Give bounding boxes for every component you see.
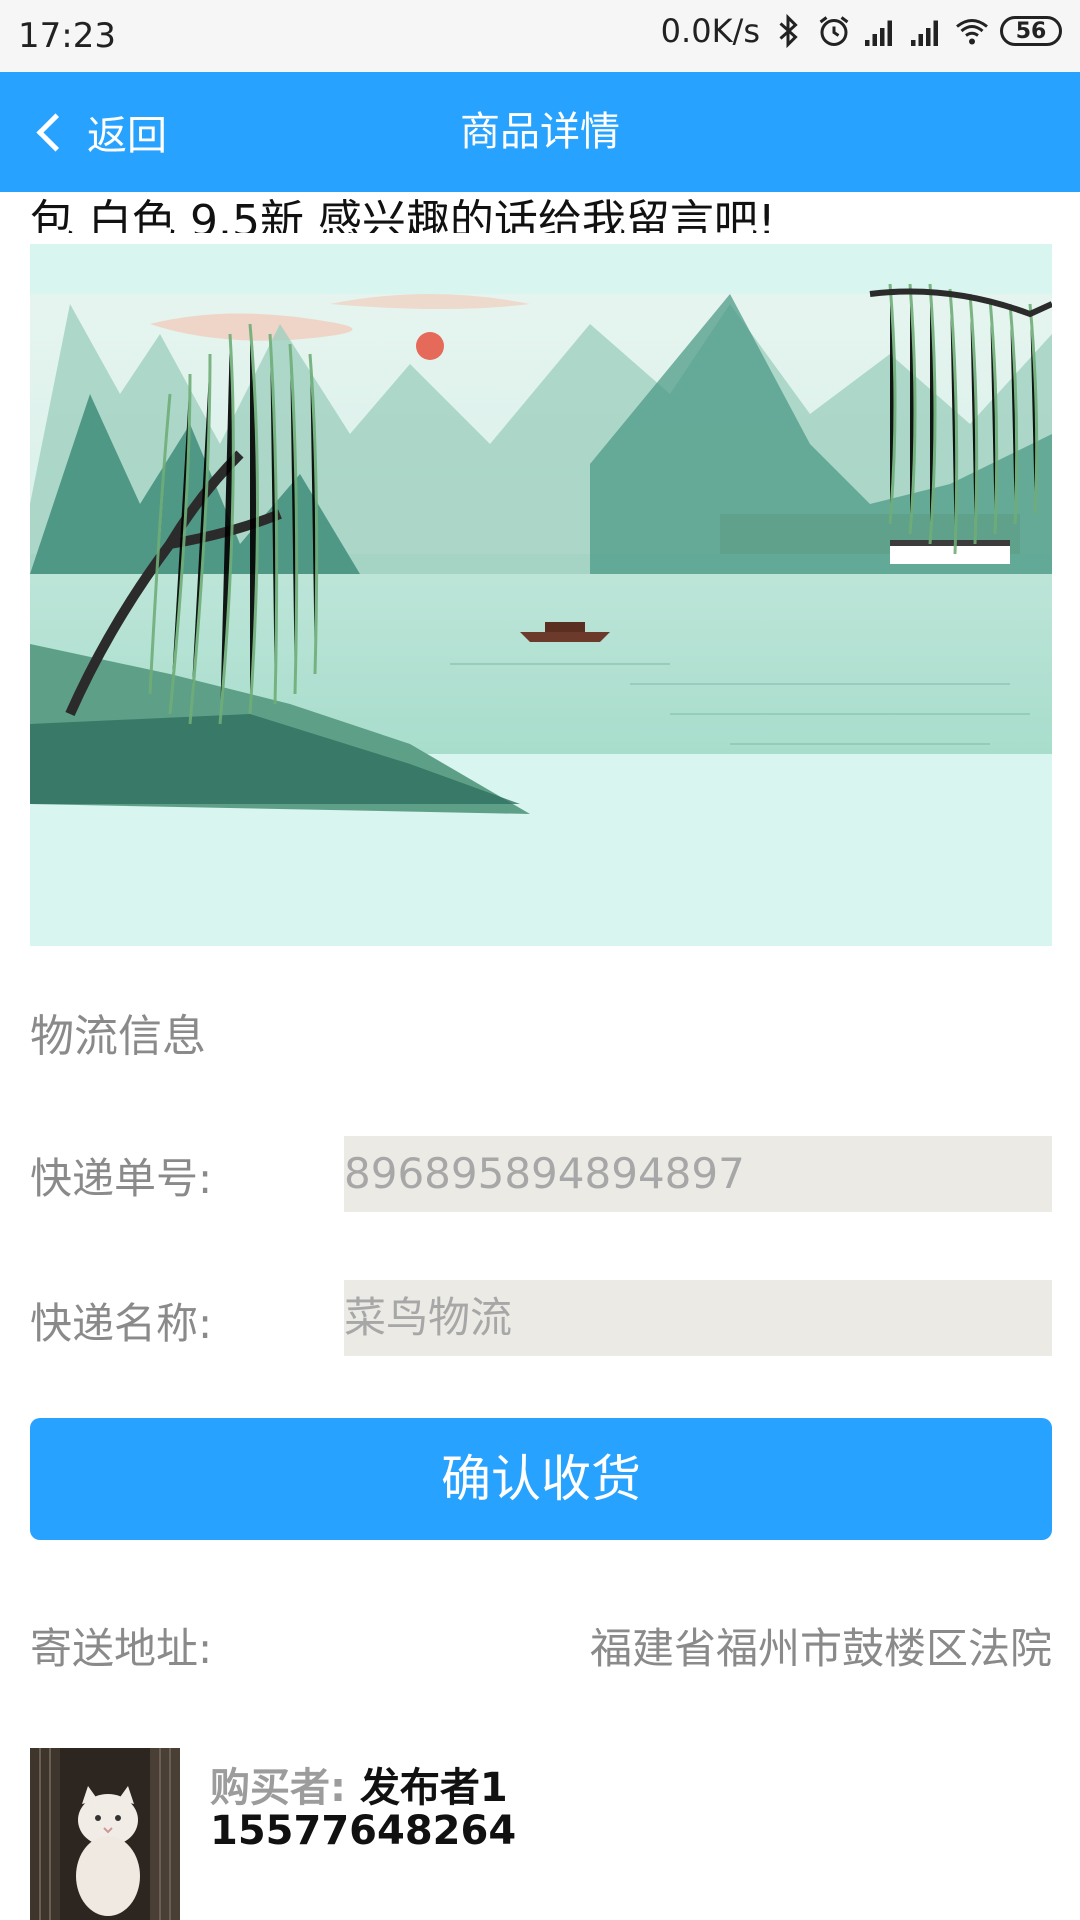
signal-icon: [911, 20, 938, 46]
signal-icon: [865, 20, 892, 46]
product-image[interactable]: [30, 244, 1052, 946]
shipping-address-label: 寄送地址:: [30, 1624, 213, 1673]
page-title: 商品详情: [460, 109, 620, 155]
wifi-icon: [956, 19, 988, 45]
status-right: 0.0K/s 56: [661, 12, 1062, 50]
logistics-section-title: 物流信息: [30, 1011, 206, 1062]
confirm-receipt-button[interactable]: 确认收货: [30, 1418, 1052, 1540]
buyer-phone: 15577648264: [210, 1808, 517, 1854]
courier-name-field[interactable]: 菜鸟物流: [344, 1280, 1052, 1356]
courier-name-label: 快递名称:: [30, 1299, 213, 1348]
landscape-painting-image: [30, 244, 1052, 946]
buyer-info: 购买者: 发布者1: [210, 1755, 508, 1813]
tracking-number-field[interactable]: 896895894894897: [344, 1136, 1052, 1212]
shipping-address-value: 福建省福州市鼓楼区法院: [589, 1624, 1052, 1673]
alarm-icon: [819, 16, 849, 46]
battery-icon: 56: [1000, 16, 1062, 46]
tracking-number-label: 快递单号:: [30, 1154, 213, 1203]
status-time: 17:23: [18, 16, 116, 56]
cat-photo-image: [30, 1748, 180, 1920]
buyer-label: 购买者:: [210, 1765, 346, 1811]
buyer-avatar[interactable]: [30, 1748, 180, 1920]
battery-level: 56: [1015, 18, 1047, 44]
app-header: 返回 商品详情: [0, 72, 1080, 192]
bluetooth-icon: [779, 13, 798, 49]
net-speed: 0.0K/s: [660, 12, 760, 50]
screen: 17:23 0.0K/s 56 返回 商品详情 包 白色 9.5新 感兴趣的话给…: [0, 0, 1080, 1920]
buyer-name: 发布者1: [359, 1765, 508, 1811]
status-bar: 17:23 0.0K/s 56: [0, 0, 1080, 72]
product-description: 包 白色 9.5新 感兴趣的话给我留言吧!: [30, 196, 776, 233]
